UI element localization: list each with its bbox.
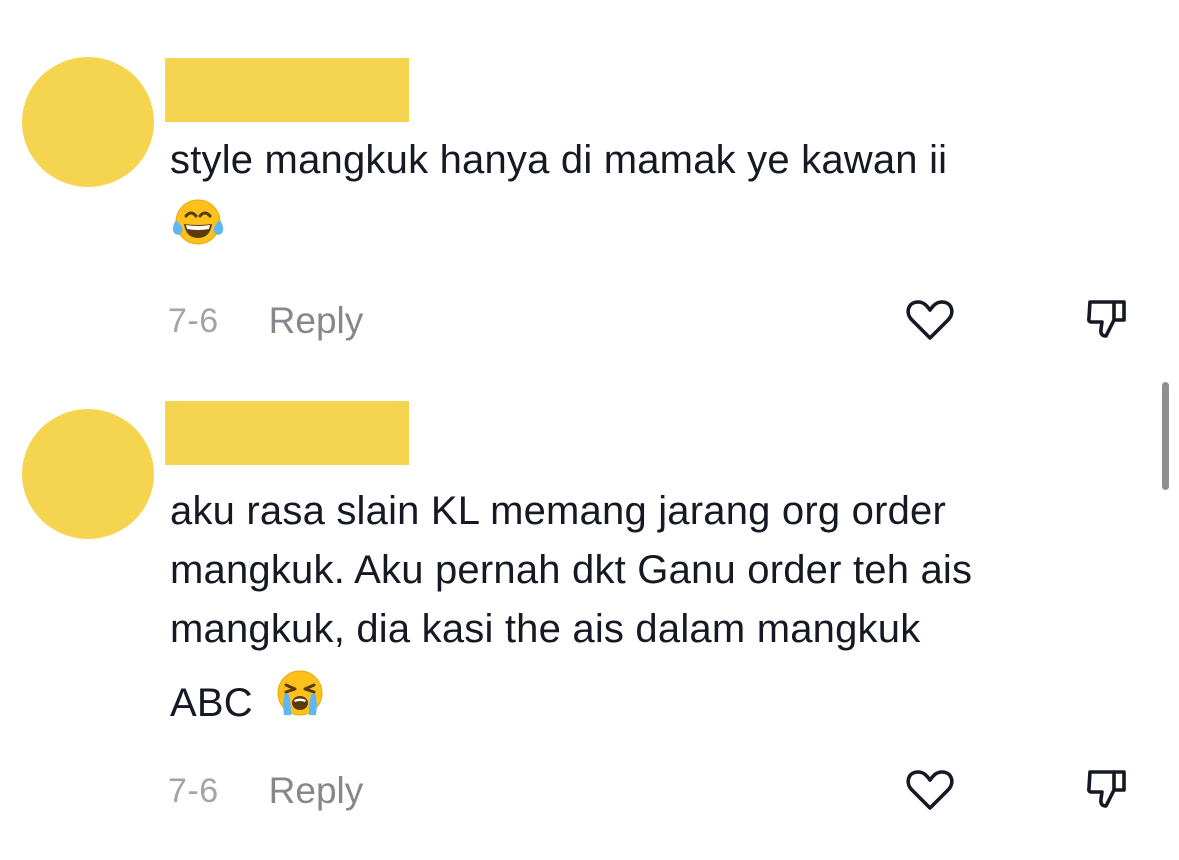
heart-icon bbox=[906, 770, 954, 810]
comment-text: aku rasa slain KL memang jarang org orde… bbox=[170, 482, 1150, 740]
loudly-crying-face-icon bbox=[272, 667, 328, 736]
comment-meta: 7-6 Reply bbox=[168, 766, 363, 816]
avatar[interactable] bbox=[22, 409, 154, 539]
like-button[interactable] bbox=[906, 768, 954, 812]
comment-text-tail: ABC bbox=[170, 681, 253, 726]
comment-text-line: mangkuk. Aku pernah dkt Ganu order teh a… bbox=[170, 548, 973, 592]
comment-item: aku rasa slain KL memang jarang org orde… bbox=[0, 0, 1179, 860]
dislike-button[interactable] bbox=[1084, 766, 1130, 812]
thumbs-down-icon bbox=[1087, 770, 1126, 808]
username-redacted[interactable] bbox=[165, 401, 409, 465]
scrollbar-thumb[interactable] bbox=[1162, 382, 1169, 490]
comment-text-line: mangkuk, dia kasi the ais dalam mangkuk bbox=[170, 607, 921, 651]
comment-emoji-line: ABC bbox=[170, 670, 1150, 740]
comment-date: 7-6 bbox=[168, 771, 219, 810]
reply-button[interactable]: Reply bbox=[269, 770, 364, 812]
comment-text-line: aku rasa slain KL memang jarang org orde… bbox=[170, 489, 947, 533]
